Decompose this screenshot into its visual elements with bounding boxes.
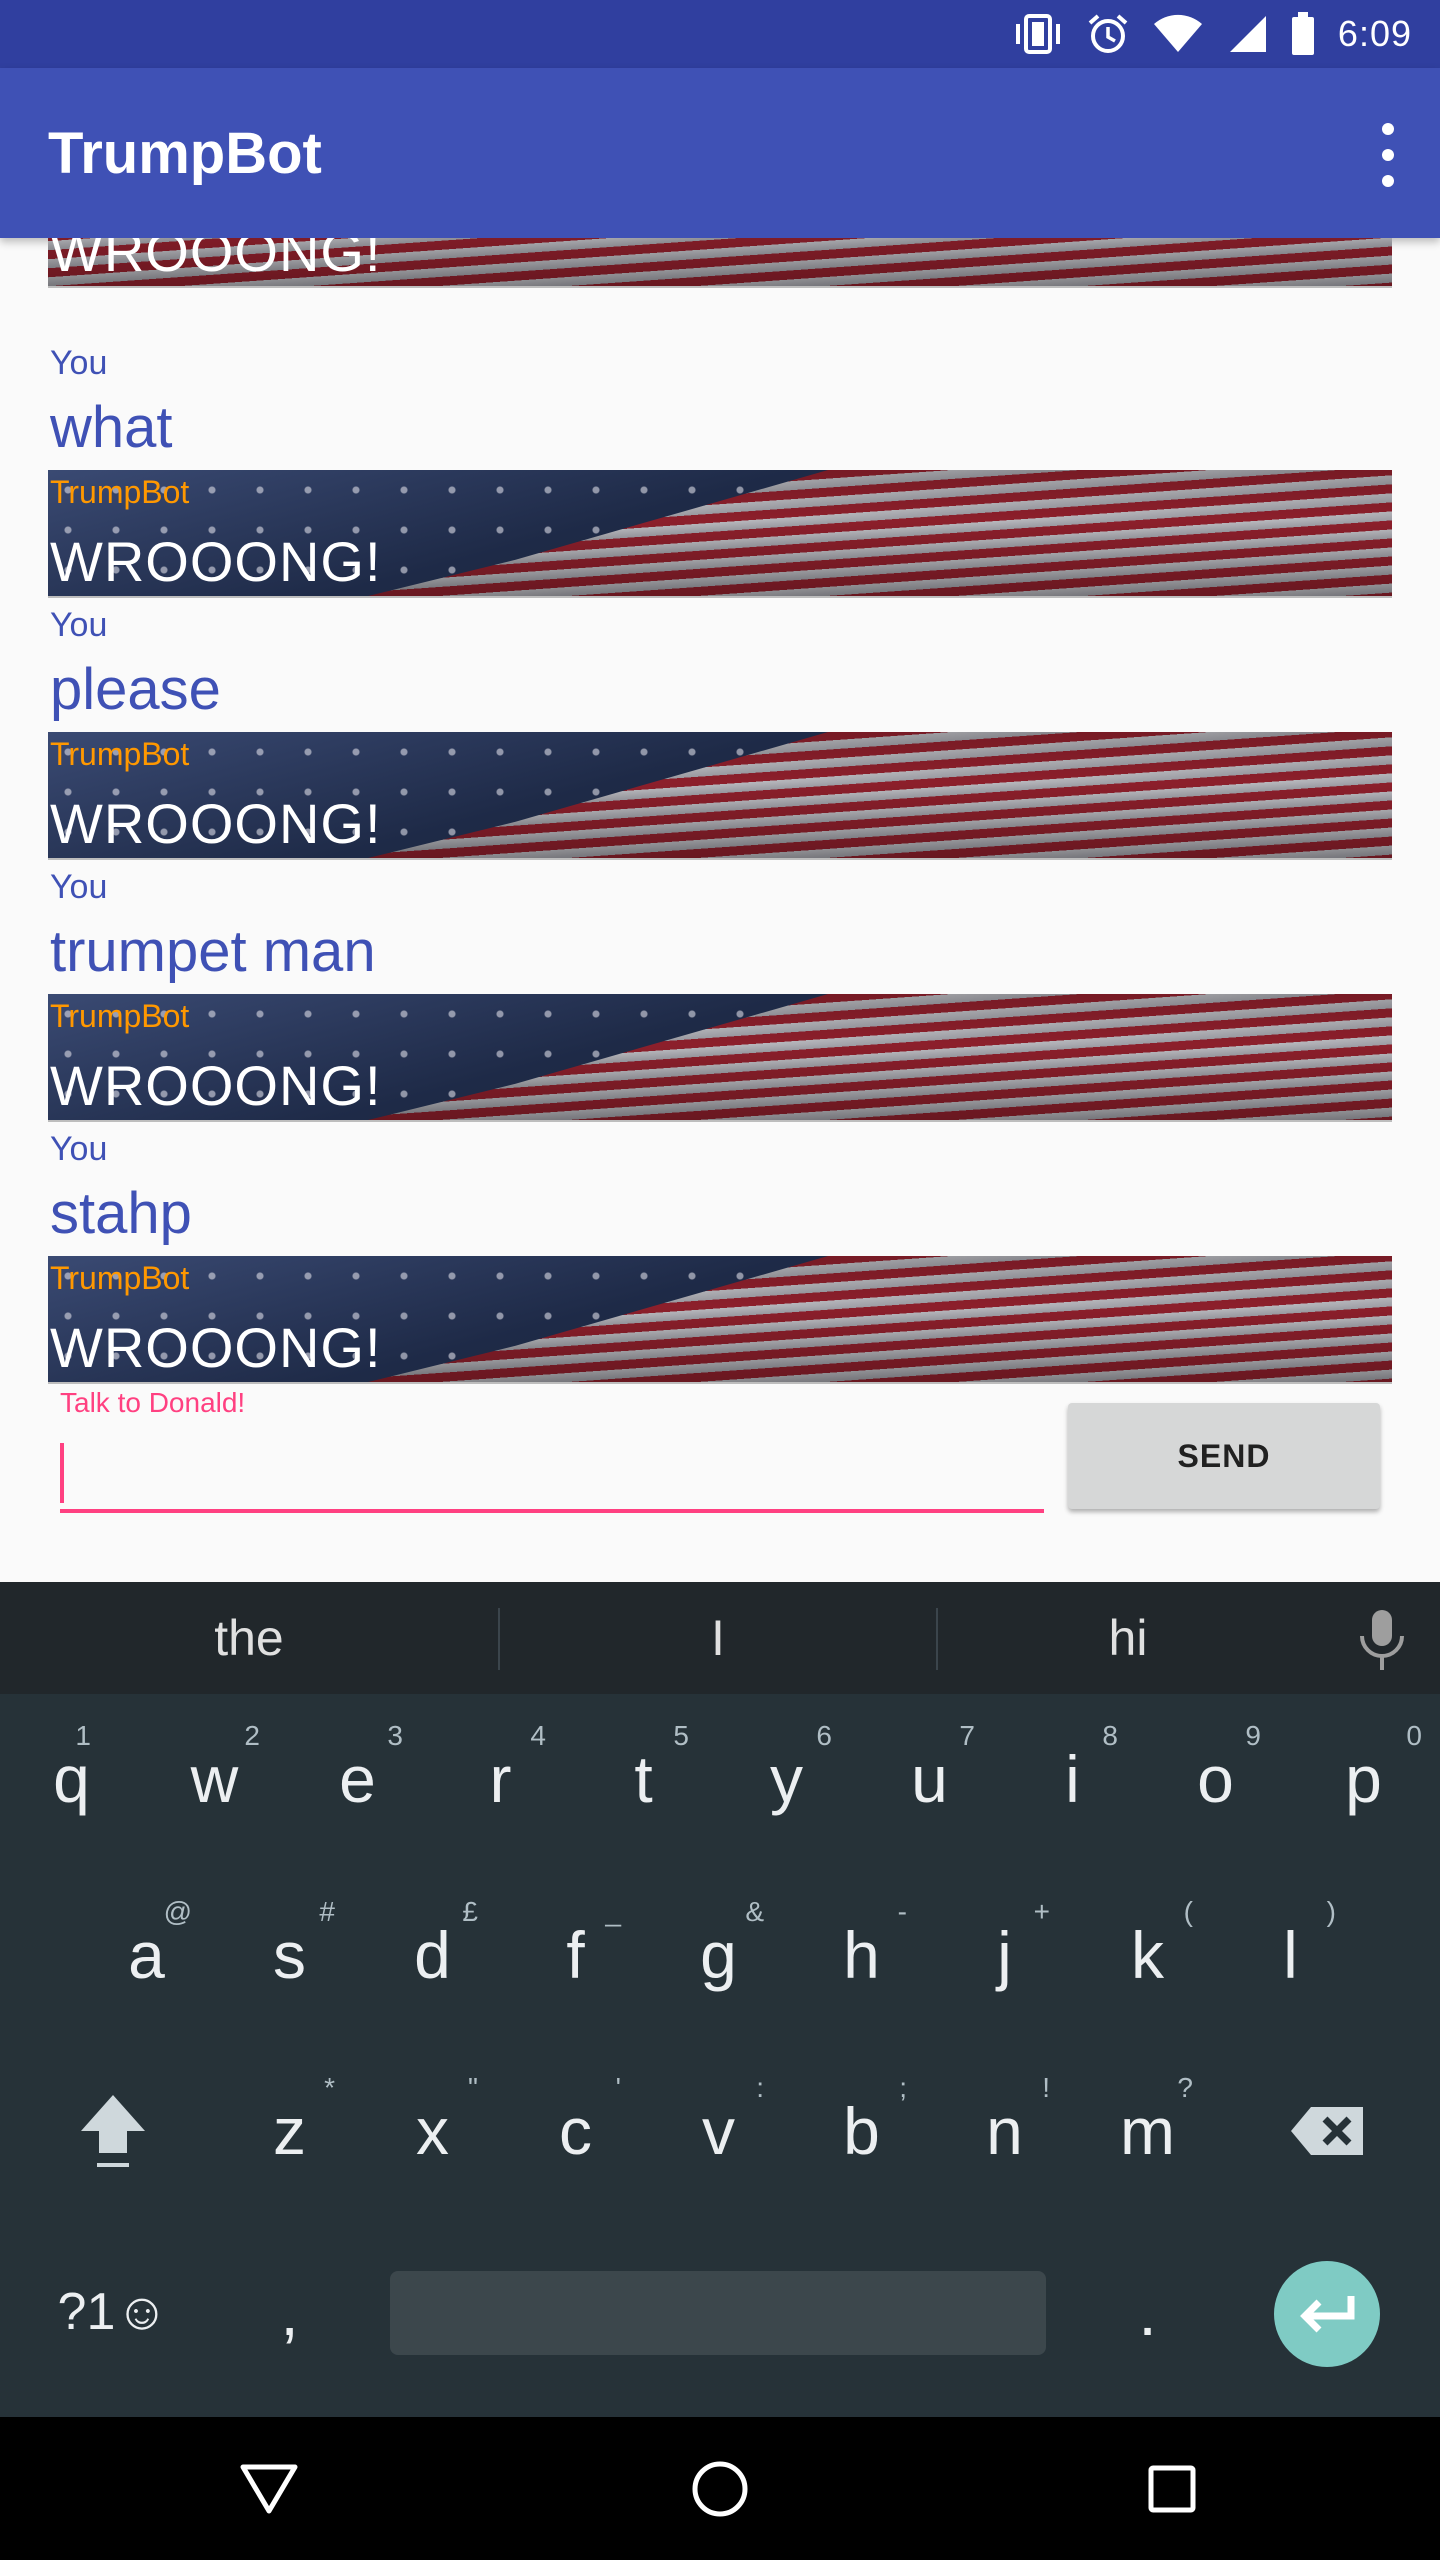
suggestion-2[interactable]: I [500,1582,936,1694]
clock: 6:09 [1337,13,1412,54]
bot-message: TrumpBot WROOONG! [48,994,1392,1122]
backspace-icon [1291,2107,1363,2155]
key-k[interactable]: k( [1076,1870,1219,2040]
bot-sender-label: TrumpBot [50,1260,190,1296]
key-a[interactable]: a @ [75,1870,218,2040]
key-o[interactable]: o9 [1144,1694,1287,1864]
bot-message-text: WROOONG! [50,1054,382,1117]
key-period[interactable]: . [1076,2227,1219,2397]
backspace-key[interactable] [1254,2046,1400,2216]
user-sender-label: You [50,1130,108,1168]
symbols-key[interactable]: ?1☺ [40,2227,186,2397]
key-comma[interactable]: , [218,2227,361,2397]
bot-message: TrumpBot WROOONG! [48,732,1392,860]
bot-message-text: WROOONG! [50,530,382,593]
key-h[interactable]: h- [790,1870,933,2040]
recents-icon [1148,2465,1196,2512]
bot-sender-label: TrumpBot [50,998,190,1034]
bot-sender-label: TrumpBot [50,736,190,772]
send-button[interactable]: SEND [1068,1403,1380,1509]
enter-key[interactable] [1274,2261,1380,2367]
app-title: TrumpBot [48,121,322,186]
alarm-icon [1088,14,1128,53]
spacebar[interactable] [390,2271,1046,2355]
key-m[interactable]: m? [1076,2046,1219,2216]
recents-button[interactable] [1092,2417,1252,2560]
user-sender-label: You [50,344,108,382]
key-y[interactable]: y6 [715,1694,858,1864]
signal-icon [1229,16,1266,52]
suggestion-strip: the I hi [0,1582,1440,1694]
bot-message-text: WROOONG! [50,1316,382,1379]
shift-key[interactable] [40,2046,186,2216]
shift-icon [81,2095,145,2167]
key-r[interactable]: r4 [429,1694,572,1864]
key-w[interactable]: w2 [143,1694,286,1864]
home-icon [692,2461,748,2516]
wifi-icon [1153,14,1202,53]
suggestion-3[interactable]: hi [938,1582,1318,1694]
key-g[interactable]: g & [647,1870,790,2040]
bot-sender-label: TrumpBot [50,474,190,510]
key-n[interactable]: n! [933,2046,1076,2216]
key-u[interactable]: u7 [858,1694,1001,1864]
navigation-bar [0,2417,1440,2560]
key-b[interactable]: b; [790,2046,933,2216]
bot-message: WROOONG! [48,238,1392,288]
status-bar: 6:09 [0,0,1440,68]
key-v[interactable]: v: [647,2046,790,2216]
back-button[interactable] [189,2417,349,2560]
microphone-icon[interactable] [1352,1608,1412,1672]
back-icon [240,2464,298,2513]
user-message-text: stahp [50,1181,192,1246]
key-j[interactable]: j + [933,1870,1076,2040]
suggestion-1[interactable]: the [0,1582,498,1694]
soft-keyboard: the I hi q1 w2 e3 r4 t5 y6 u7 i8 o9 p0 a… [0,1582,1440,2417]
status-icons: 6:09 [1012,10,1412,58]
key-c[interactable]: c ' [504,2046,647,2216]
key-i[interactable]: i8 [1001,1694,1144,1864]
user-sender-label: You [50,868,108,906]
vibrate-icon [1015,14,1060,54]
user-message-text: what [50,395,173,460]
enter-icon [1300,2296,1355,2333]
key-z[interactable]: z * [218,2046,361,2216]
bot-message: TrumpBot WROOONG! [48,1256,1392,1384]
message-input[interactable] [60,1441,1044,1513]
key-x[interactable]: x " [361,2046,504,2216]
key-t[interactable]: t5 [572,1694,715,1864]
key-f[interactable]: f _ [504,1870,647,2040]
key-d[interactable]: d £ [361,1870,504,2040]
user-message-text: trumpet man [50,919,376,984]
key-p[interactable]: p0 [1287,1694,1440,1864]
user-message-text: please [50,657,221,722]
key-e[interactable]: e3 [286,1694,429,1864]
app-bar: TrumpBot [0,68,1440,238]
message-input-label: Talk to Donald! [60,1387,246,1418]
text-cursor [60,1443,64,1503]
bot-message-text: WROOONG! [50,792,382,855]
key-q[interactable]: q1 [0,1694,143,1864]
chat-list[interactable]: WROOONG! You what TrumpBot WROOONG! You … [48,238,1392,1388]
key-l[interactable]: l) [1219,1870,1362,2040]
key-s[interactable]: s # [218,1870,361,2040]
bot-message-text: WROOONG! [50,238,382,283]
battery-icon [1291,12,1314,55]
compose-area: Talk to Donald! SEND [0,1385,1440,1585]
user-sender-label: You [50,606,108,644]
bot-message: TrumpBot WROOONG! [48,470,1392,598]
overflow-menu-icon[interactable] [1370,123,1406,187]
home-button[interactable] [640,2417,800,2560]
